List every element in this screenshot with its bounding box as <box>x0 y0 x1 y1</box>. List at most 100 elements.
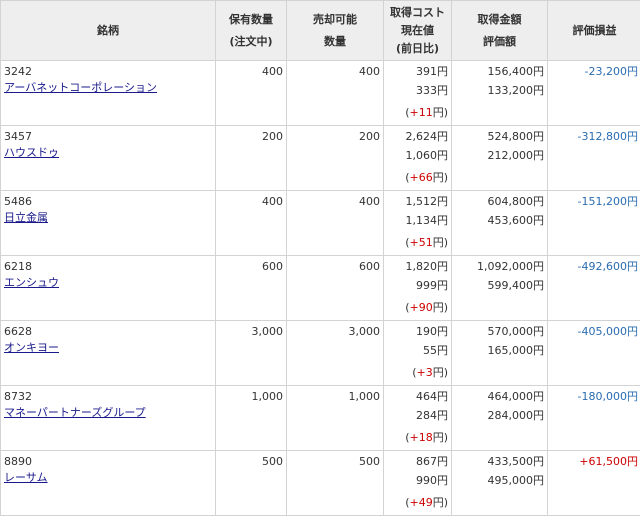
stock-code: 8890 <box>4 455 32 468</box>
evaluation-amount: 284,000円 <box>487 409 545 422</box>
price-cell: 190円 55円 (+3円) <box>383 320 452 386</box>
pl-cell: -151,200円 <box>547 190 640 256</box>
holding-qty: 500 <box>262 455 283 468</box>
stock-name-link[interactable]: ハウスドゥ <box>4 145 212 161</box>
day-change-value: +90 <box>409 301 433 314</box>
stock-cell: 8890 レーサム <box>0 450 216 516</box>
holding-qty: 1,000 <box>251 390 284 403</box>
pl-cell: +61,500円 <box>547 450 640 516</box>
acquisition-cost: 464円 <box>416 390 448 403</box>
table-row: 3457 ハウスドゥ 200 200 2,624円 1,060円 (+66円) … <box>0 125 640 191</box>
day-change: (+11円) <box>387 102 448 124</box>
current-price: 1,134円 <box>405 214 449 227</box>
col-header-sellable: 売却可能 数量 <box>286 0 384 61</box>
stock-name-link[interactable]: エンシュウ <box>4 275 212 291</box>
current-price: 284円 <box>416 409 448 422</box>
col-header-name-label: 銘柄 <box>97 23 119 37</box>
col-header-name: 銘柄 <box>0 0 216 61</box>
stock-code: 3242 <box>4 65 32 78</box>
day-change: (+51円) <box>387 232 448 254</box>
stock-cell: 6628 オンキヨー <box>0 320 216 386</box>
unrealized-pl: -492,600円 <box>577 260 638 273</box>
acquisition-cost: 2,624円 <box>405 130 449 143</box>
unrealized-pl: -180,000円 <box>577 390 638 403</box>
acquisition-cost: 867円 <box>416 455 448 468</box>
stock-name-link[interactable]: レーサム <box>4 470 212 486</box>
sellable-cell: 200 <box>286 125 384 191</box>
amount-cell: 1,092,000円 599,400円 <box>451 255 548 321</box>
col-header-acq-label: 取得金額 <box>477 12 522 26</box>
paren-close: ) <box>443 366 448 379</box>
table-row: 6218 エンシュウ 600 600 1,820円 999円 (+90円) 1,… <box>0 255 640 321</box>
price-cell: 464円 284円 (+18円) <box>383 385 452 451</box>
pl-cell: -312,800円 <box>547 125 640 191</box>
stock-code: 3457 <box>4 130 32 143</box>
day-change-value: +66 <box>409 171 433 184</box>
col-header-qty: 保有数量 (注文中) <box>215 0 287 61</box>
current-price: 1,060円 <box>405 149 449 162</box>
amount-cell: 433,500円 495,000円 <box>451 450 548 516</box>
stock-cell: 3242 アーバネットコーポレーション <box>0 60 216 126</box>
stock-code: 6218 <box>4 260 32 273</box>
day-change-unit: 円 <box>432 431 444 444</box>
col-header-qty-sub: (注文中) <box>229 34 273 48</box>
qty-cell: 500 <box>215 450 287 516</box>
col-header-pl: 評価損益 <box>547 0 640 61</box>
day-change-unit: 円 <box>432 236 444 249</box>
acquisition-cost: 190円 <box>416 325 448 338</box>
holding-qty: 600 <box>262 260 283 273</box>
qty-cell: 1,000 <box>215 385 287 451</box>
col-header-cost-label: 取得コスト <box>390 5 445 19</box>
day-change: (+18円) <box>387 427 448 449</box>
stock-name-link[interactable]: オンキヨー <box>4 340 212 356</box>
stock-name-link[interactable]: マネーパートナーズグループ <box>4 405 212 421</box>
stock-name-link[interactable]: アーバネットコーポレーション <box>4 80 212 96</box>
stock-cell: 8732 マネーパートナーズグループ <box>0 385 216 451</box>
evaluation-amount: 133,200円 <box>487 84 545 97</box>
paren-close: ) <box>443 301 448 314</box>
day-change-unit: 円 <box>432 366 444 379</box>
sellable-qty: 1,000 <box>348 390 381 403</box>
col-header-pl-label: 評価損益 <box>572 23 617 37</box>
sellable-cell: 400 <box>286 190 384 256</box>
amount-cell: 156,400円 133,200円 <box>451 60 548 126</box>
acquisition-amount: 524,800円 <box>487 130 545 143</box>
pl-cell: -23,200円 <box>547 60 640 126</box>
sellable-qty: 600 <box>359 260 380 273</box>
unrealized-pl: -23,200円 <box>584 65 638 78</box>
pl-cell: -180,000円 <box>547 385 640 451</box>
price-cell: 867円 990円 (+49円) <box>383 450 452 516</box>
evaluation-amount: 165,000円 <box>487 344 545 357</box>
acquisition-amount: 1,092,000円 <box>477 260 544 273</box>
col-header-sellable-sub: 数量 <box>324 34 346 48</box>
col-header-amount: 取得金額 評価額 <box>451 0 548 61</box>
day-change: (+3円) <box>387 362 448 384</box>
sellable-cell: 400 <box>286 60 384 126</box>
table-row: 3242 アーバネットコーポレーション 400 400 391円 333円 (+… <box>0 60 640 126</box>
unrealized-pl: -151,200円 <box>577 195 638 208</box>
price-cell: 1,820円 999円 (+90円) <box>383 255 452 321</box>
col-header-sellable-label: 売却可能 <box>313 12 357 26</box>
holding-qty: 200 <box>262 130 283 143</box>
table-row: 8732 マネーパートナーズグループ 1,000 1,000 464円 284円… <box>0 385 640 451</box>
current-price: 990円 <box>416 474 448 487</box>
col-header-qty-label: 保有数量 <box>229 12 273 26</box>
sellable-cell: 500 <box>286 450 384 516</box>
acquisition-amount: 604,800円 <box>487 195 545 208</box>
day-change-value: +51 <box>409 236 433 249</box>
holding-qty: 400 <box>262 65 283 78</box>
sellable-qty: 3,000 <box>348 325 381 338</box>
evaluation-amount: 495,000円 <box>487 474 545 487</box>
qty-cell: 600 <box>215 255 287 321</box>
stock-name-link[interactable]: 日立金属 <box>4 210 212 226</box>
day-change-unit: 円 <box>432 496 444 509</box>
acquisition-cost: 391円 <box>416 65 448 78</box>
pl-cell: -492,600円 <box>547 255 640 321</box>
table-row: 8890 レーサム 500 500 867円 990円 (+49円) 433,5… <box>0 450 640 516</box>
amount-cell: 464,000円 284,000円 <box>451 385 548 451</box>
current-price: 55円 <box>423 344 448 357</box>
sellable-qty: 200 <box>359 130 380 143</box>
day-change-value: +3 <box>416 366 433 379</box>
unrealized-pl: -405,000円 <box>577 325 638 338</box>
holding-qty: 3,000 <box>251 325 284 338</box>
